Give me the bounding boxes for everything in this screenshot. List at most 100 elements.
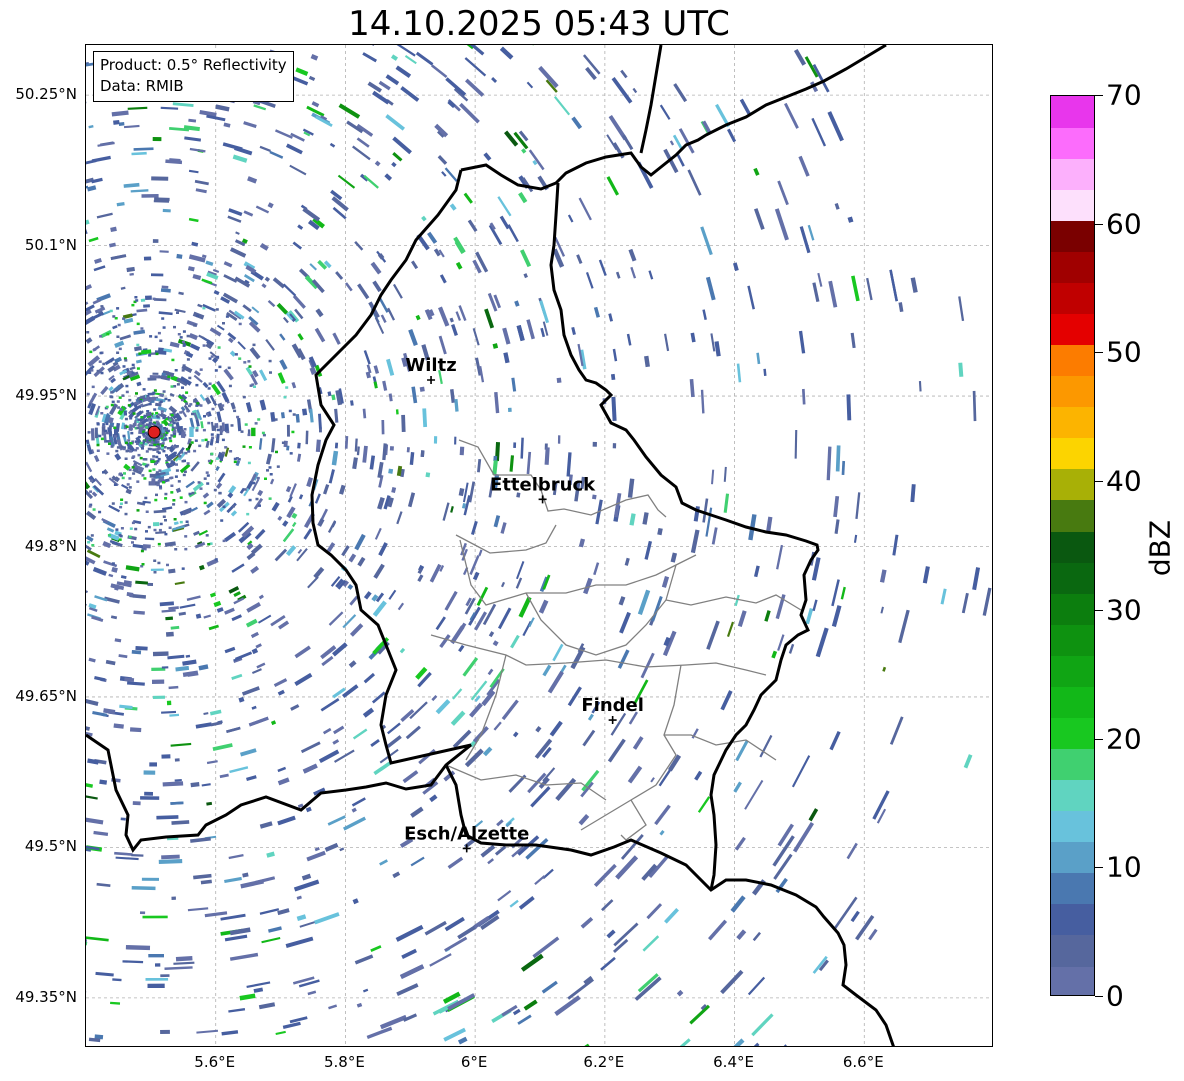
echo-cell — [458, 644, 465, 653]
echo-cell — [296, 453, 302, 462]
echo-cell — [209, 709, 222, 716]
city-marker[interactable]: Wiltz — [405, 355, 457, 385]
echo-cell — [415, 314, 421, 321]
echo-cell — [157, 331, 161, 335]
echo-cell — [158, 528, 162, 532]
echo-cell — [447, 856, 464, 870]
echo-cell — [297, 224, 304, 230]
echo-cell — [142, 501, 146, 504]
radar-site-marker[interactable] — [147, 425, 161, 439]
colorbar-tick-label: 20 — [1106, 722, 1142, 756]
echo-cell — [139, 456, 143, 460]
colorbar-segment — [1051, 624, 1094, 656]
echo-cell — [642, 512, 649, 525]
echo-cell — [198, 334, 205, 340]
colorbar-segment — [1051, 158, 1094, 190]
echo-cell — [145, 450, 149, 453]
echo-cell — [230, 402, 236, 410]
echo-cell — [690, 529, 700, 554]
echo-cell — [253, 104, 267, 111]
echo-cell — [117, 406, 121, 409]
echo-cell — [593, 562, 600, 576]
echo-cell — [454, 398, 459, 412]
city-marker[interactable]: Ettelbruck — [490, 474, 596, 504]
echo-cell — [203, 614, 212, 619]
echo-cell — [146, 410, 150, 413]
echo-cell — [121, 394, 125, 397]
colorbar-segment — [1051, 96, 1094, 128]
echo-cell — [111, 400, 115, 404]
echo-cell — [433, 436, 438, 444]
echo-cell — [143, 414, 147, 418]
echo-cell — [480, 844, 496, 858]
echo-cell — [105, 440, 109, 443]
echo-cell — [259, 369, 268, 382]
echo-cell — [438, 306, 450, 327]
colorbar-segment — [1051, 934, 1094, 967]
echo-cell — [129, 272, 134, 276]
echo-cell — [389, 446, 394, 451]
echo-cell — [642, 935, 660, 952]
echo-cell — [256, 476, 260, 480]
lon-tick-label: 5.6°E — [194, 1053, 236, 1071]
echo-cell — [328, 469, 335, 484]
colorbar-segment — [1051, 437, 1094, 470]
city-marker[interactable]: Esch/Alzette — [404, 823, 529, 853]
echo-cell — [169, 713, 180, 717]
echo-cell — [171, 358, 175, 362]
echo-cell — [149, 473, 156, 478]
echo-cell — [327, 391, 332, 397]
echo-cell — [100, 412, 104, 415]
echo-cell — [517, 1014, 532, 1025]
echo-cell — [246, 981, 271, 988]
echo-cell — [206, 474, 210, 477]
echo-cell — [301, 873, 312, 881]
echo-cell — [154, 335, 158, 339]
echo-cell — [552, 643, 564, 662]
echo-cell — [100, 437, 104, 441]
echo-cell — [174, 581, 185, 586]
german-border-north — [639, 45, 663, 154]
radar-map[interactable]: Wiltz Ettelbruck Findel Esch/Alzette — [85, 44, 993, 1047]
echo-cell — [374, 160, 381, 167]
echo-cell — [232, 154, 248, 163]
echo-cell — [145, 530, 148, 533]
echo-cell — [86, 722, 91, 731]
echo-cell — [212, 743, 233, 751]
echo-cell — [445, 77, 467, 97]
echo-cell — [127, 439, 131, 442]
echo-cell — [676, 989, 684, 997]
echo-cell — [866, 277, 873, 301]
colorbar-tick — [1095, 996, 1103, 997]
echo-cell — [332, 332, 341, 345]
echo-cell — [114, 435, 118, 438]
echo-cell — [203, 415, 206, 418]
echo-cell — [291, 381, 297, 389]
echo-cell — [612, 443, 617, 449]
echo-cell — [251, 668, 262, 674]
echo-cell — [155, 455, 159, 459]
echo-cell — [714, 341, 721, 357]
echo-cell — [253, 987, 264, 993]
echo-cell — [144, 537, 155, 541]
echo-cell — [392, 45, 416, 57]
echo-cell — [331, 450, 339, 466]
echo-cell — [237, 341, 246, 350]
echo-cell — [391, 487, 397, 493]
echo-cell — [167, 375, 171, 378]
echo-cell — [817, 272, 823, 287]
echo-cell — [206, 501, 214, 509]
echo-cell — [188, 376, 192, 380]
echo-cell — [554, 995, 581, 1016]
echo-cell — [134, 296, 138, 299]
echo-cell — [144, 791, 153, 796]
echo-cell — [215, 482, 223, 490]
echo-cell — [137, 418, 141, 421]
echo-cell — [160, 974, 170, 978]
echo-cell — [148, 469, 152, 473]
echo-cell — [152, 448, 156, 451]
echo-cell — [128, 398, 132, 402]
echo-cell — [149, 335, 153, 338]
canton-border — [455, 524, 557, 554]
echo-cell — [109, 359, 113, 363]
